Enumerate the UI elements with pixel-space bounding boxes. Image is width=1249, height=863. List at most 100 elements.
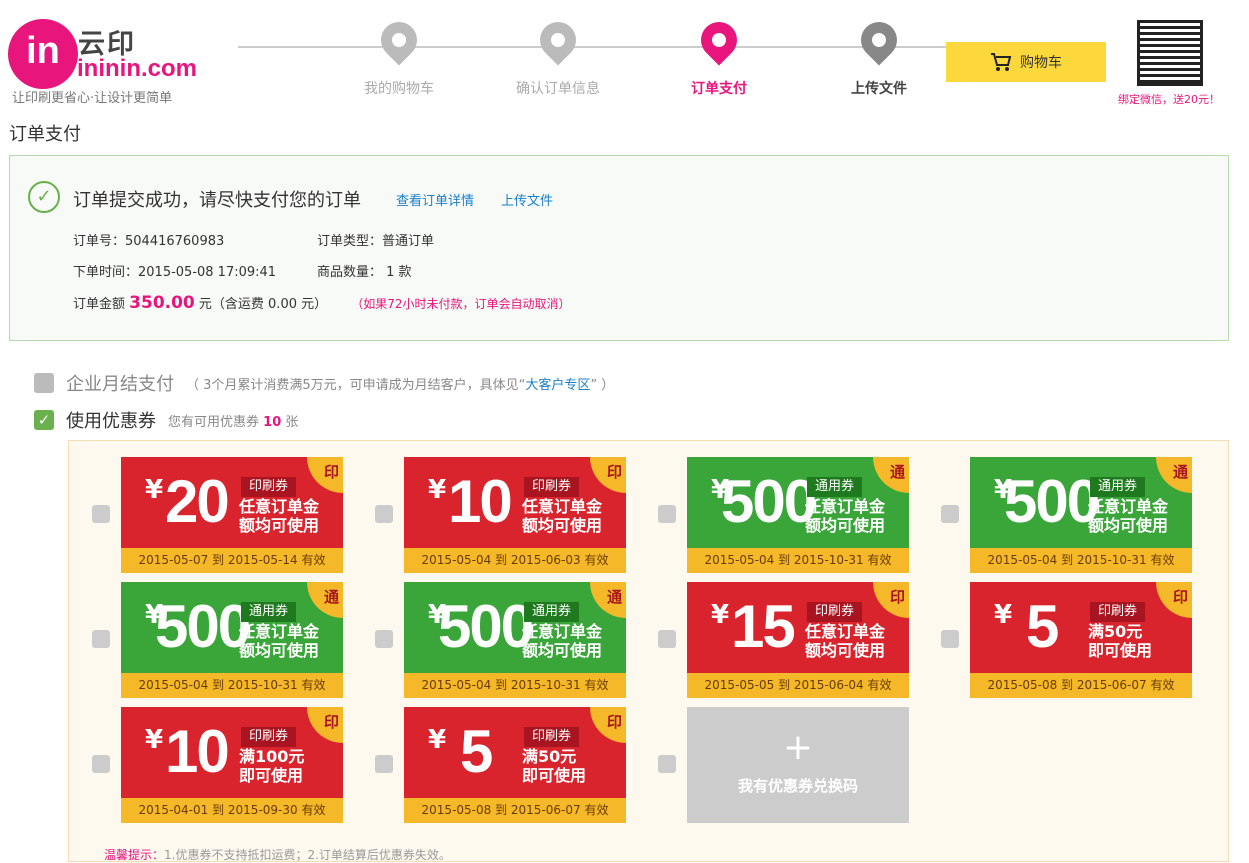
coupon-amount: 5 (460, 718, 493, 785)
coupon-card[interactable]: 印 ¥10 印刷券 满100元 即可使用 2015-04-01 到 2015-09-30 … (121, 707, 343, 823)
coupon-checkbox[interactable] (941, 505, 959, 523)
coupon-checkbox[interactable] (375, 755, 393, 773)
coupon-cell: 通 ¥500 通用券 任意订单金 额均可使用 2015-05-04 到 2015-10-3… (352, 582, 626, 698)
coupon-desc-line2: 即可使用 (522, 766, 587, 785)
coupon-type: 通用券 (524, 602, 580, 622)
redeem-code-cell: + 我有优惠券兑换码 (635, 707, 909, 823)
redeem-label: 我有优惠券兑换码 (737, 777, 858, 795)
yen-sign: ¥ (145, 725, 164, 755)
location-pin-icon (373, 14, 425, 66)
coupon-note: 您有可用优惠券 10 张 (168, 411, 298, 430)
step-label: 订单支付 (691, 81, 747, 97)
coupon-cell: 印 ¥10 印刷券 任意订单金 额均可使用 2015-05-04 到 2015-06-03… (352, 457, 626, 573)
key-account-link[interactable]: 大客户专区 (525, 378, 590, 393)
coupon-checkbox[interactable] (375, 505, 393, 523)
coupon-type: 通用券 (807, 477, 863, 497)
coupon-checkbox[interactable] (92, 505, 110, 523)
redeem-checkbox[interactable] (658, 755, 676, 773)
coupon-desc-line2: 即可使用 (1088, 641, 1153, 660)
order-amount: 订单金额 350.00 元（含运费 0.00 元） （如果72小时未付款，订单会… (73, 293, 571, 313)
yen-sign: ¥ (428, 475, 447, 505)
plus-icon: + (782, 727, 814, 768)
coupon-amount: 500 (155, 593, 251, 660)
coupon-desc-line1: 任意订单金 (239, 497, 320, 516)
coupon-cell: 通 ¥500 通用券 任意订单金 额均可使用 2015-05-04 到 2015-10-3… (69, 582, 343, 698)
coupon-desc: 任意订单金 额均可使用 (239, 622, 319, 660)
step-label: 我的购物车 (364, 81, 434, 97)
coupon-card[interactable]: 通 ¥500 通用券 任意订单金 额均可使用 2015-05-04 到 2015-10-3… (687, 457, 909, 573)
cart-label: 购物车 (1020, 55, 1062, 71)
monthly-checkbox[interactable] (34, 373, 54, 393)
monthly-note-post: ” ） (590, 377, 615, 393)
coupon-count: 10 (263, 414, 282, 430)
redeem-code-coupon[interactable]: + 我有优惠券兑换码 (687, 707, 909, 823)
header: in 云印 ininin.com 让印刷更省心·让设计更简单 我的购物车 确认订… (0, 0, 1249, 115)
coupon-desc: 任意订单金 额均可使用 (239, 497, 319, 535)
coupon-type: 印刷券 (241, 477, 297, 497)
coupon-desc-line2: 额均可使用 (805, 641, 886, 660)
coupon-desc-line2: 额均可使用 (522, 641, 603, 660)
coupon-desc-line1: 任意订单金 (522, 622, 603, 641)
coupon-amount: 15 (731, 593, 796, 660)
coupon-card[interactable]: 印 ¥20 印刷券 任意订单金 额均可使用 2015-05-07 到 2015-05-14… (121, 457, 343, 573)
coupon-checkbox[interactable] (375, 630, 393, 648)
coupon-cell: 印 ¥20 印刷券 任意订单金 额均可使用 2015-05-07 到 2015-05-14… (69, 457, 343, 573)
coupon-cell: 通 ¥500 通用券 任意订单金 额均可使用 2015-05-04 到 2015-10-3… (635, 457, 909, 573)
coupon-desc: 任意订单金 额均可使用 (522, 622, 602, 660)
coupon-card[interactable]: 印 ¥5 印刷券 满50元 即可使用 2015-05-08 到 2015-06-07 有效 (970, 582, 1192, 698)
yen-sign: ¥ (711, 600, 730, 630)
amount-suffix: 元（含运费 0.00 元） (198, 297, 328, 312)
coupon-note-pre: 您有可用优惠券 (168, 414, 260, 430)
location-pin-icon (853, 14, 905, 66)
coupon-card[interactable]: 通 ¥500 通用券 任意订单金 额均可使用 2015-05-04 到 2015-10-3… (404, 582, 626, 698)
upload-file-link[interactable]: 上传文件 (501, 190, 553, 209)
coupon-type: 印刷券 (524, 477, 580, 497)
warm-tip: 温馨提示：1.优惠券不支持抵扣运费；2.订单结算后优惠券失效。 (104, 846, 451, 863)
coupon-checkbox[interactable]: ✓ (34, 410, 54, 430)
check-circle-icon: ✓ (28, 181, 60, 213)
coupon-validity: 2015-05-04 到 2015-10-31 有效 (404, 673, 626, 698)
coupon-card[interactable]: 通 ¥500 通用券 任意订单金 额均可使用 2015-05-04 到 2015-10-3… (970, 457, 1192, 573)
cart-icon (991, 53, 1012, 71)
coupon-checkbox[interactable] (92, 755, 110, 773)
coupon-type: 通用券 (241, 602, 297, 622)
coupon-type: 印刷券 (1090, 602, 1146, 622)
coupon-cell: 印 ¥5 印刷券 满50元 即可使用 2015-05-08 到 2015-06-07 有效 (918, 582, 1192, 698)
coupon-card[interactable]: 印 ¥15 印刷券 任意订单金 额均可使用 2015-05-05 到 2015-06-04… (687, 582, 909, 698)
coupon-desc-line1: 任意订单金 (522, 497, 603, 516)
monthly-label: 企业月结支付 (66, 374, 174, 395)
coupon-checkbox[interactable] (658, 505, 676, 523)
coupon-checkbox[interactable] (92, 630, 110, 648)
coupon-note-post: 张 (285, 414, 299, 430)
coupon-type: 印刷券 (241, 727, 297, 747)
coupon-checkbox[interactable] (941, 630, 959, 648)
coupon-desc: 满50元 即可使用 (1088, 622, 1152, 660)
tip-label: 温馨提示： (104, 848, 165, 862)
coupon-desc: 任意订单金 额均可使用 (1088, 497, 1168, 535)
coupon-amount: 20 (165, 468, 230, 535)
coupon-checkbox[interactable] (658, 630, 676, 648)
coupon-amount: 5 (1026, 593, 1059, 660)
location-pin-icon (532, 14, 584, 66)
coupon-validity: 2015-05-04 到 2015-10-31 有效 (687, 548, 909, 573)
coupon-desc-line2: 额均可使用 (805, 516, 886, 535)
coupon-desc-line1: 满50元 (1088, 622, 1143, 641)
cart-button[interactable]: 购物车 (946, 42, 1106, 82)
coupon-desc: 任意订单金 额均可使用 (805, 622, 885, 660)
logo-icon[interactable]: in (8, 19, 78, 89)
coupon-amount: 10 (448, 468, 513, 535)
coupon-validity: 2015-05-05 到 2015-06-04 有效 (687, 673, 909, 698)
coupon-amount: 10 (165, 718, 230, 785)
coupon-card[interactable]: 印 ¥5 印刷券 满50元 即可使用 2015-05-08 到 2015-06-07 有效 (404, 707, 626, 823)
coupon-amount: 500 (721, 468, 817, 535)
yen-sign: ¥ (994, 600, 1013, 630)
monthly-payment-option[interactable]: 企业月结支付 （ 3个月累计消费满5万元，可申请成为月结客户，具体见“大客户专区… (34, 370, 614, 396)
yen-sign: ¥ (428, 725, 447, 755)
coupon-label: 使用优惠券 (66, 411, 156, 432)
coupon-card[interactable]: 通 ¥500 通用券 任意订单金 额均可使用 2015-05-04 到 2015-10-3… (121, 582, 343, 698)
coupon-desc-line2: 即可使用 (239, 766, 304, 785)
coupon-desc-line2: 额均可使用 (522, 516, 603, 535)
coupon-card[interactable]: 印 ¥10 印刷券 任意订单金 额均可使用 2015-05-04 到 2015-06-03… (404, 457, 626, 573)
view-order-detail-link[interactable]: 查看订单详情 (396, 190, 474, 209)
use-coupon-option[interactable]: ✓ 使用优惠券 您有可用优惠券 10 张 (34, 407, 298, 433)
